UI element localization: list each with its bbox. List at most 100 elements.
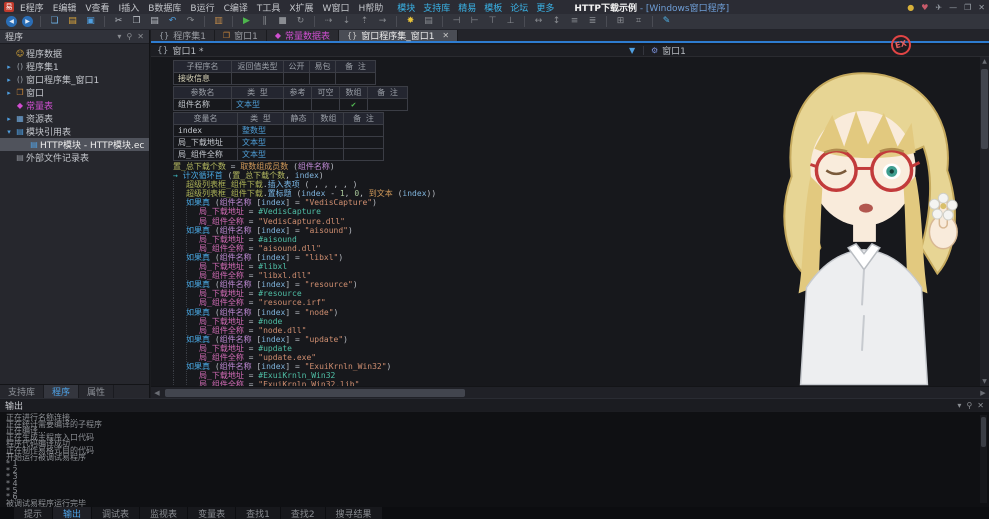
menu-item[interactable]: B数据库 (148, 1, 181, 14)
menu-item[interactable]: X扩展 (289, 1, 313, 14)
undo-icon[interactable]: ↶ (166, 15, 179, 28)
align-right-icon[interactable]: ⊢ (468, 15, 481, 28)
tree-item[interactable]: ▤外部文件记录表 (0, 151, 149, 164)
subroutine-table[interactable]: 子程序名返回值类型公开易包备 注接收信息 (173, 60, 376, 85)
output-tab-变量表[interactable]: 变量表 (188, 507, 235, 519)
scrollbar-thumb[interactable] (165, 389, 465, 397)
output-scrollbar[interactable] (980, 415, 987, 503)
chevron-down-icon[interactable]: ▾ (957, 401, 961, 410)
save-icon[interactable]: ▣ (84, 15, 97, 28)
expander-closed-icon[interactable]: ▸ (4, 76, 14, 84)
step-over-icon[interactable]: ⇢ (322, 15, 335, 28)
restart-icon[interactable]: ↻ (294, 15, 307, 28)
project-folder-icon[interactable]: ▥ (212, 15, 225, 28)
code-editor[interactable]: {}程序集1❐窗口1◆常量数据表{}窗口程序集_窗口1✕ {} 窗口1 * ▼ … (151, 30, 989, 398)
output-tab-调试表[interactable]: 调试表 (92, 507, 139, 519)
menu-item[interactable]: E编辑 (53, 1, 77, 14)
panel-tab-程序[interactable]: 程序 (44, 385, 79, 398)
chevron-down-icon[interactable]: ▼ (629, 46, 635, 55)
panel-tab-属性[interactable]: 属性 (79, 385, 114, 398)
plugin-menu-item[interactable]: 模板 (484, 1, 502, 14)
copy-icon[interactable]: ❐ (130, 15, 143, 28)
scroll-down-icon[interactable]: ▼ (980, 377, 989, 386)
menu-item[interactable]: E程序 (20, 1, 44, 14)
editor-horizontal-scrollbar[interactable]: ◀ ▶ (151, 386, 989, 398)
plugin-menu-item[interactable]: 支持库 (423, 1, 450, 14)
local-variable-table[interactable]: 变量名类 型静态数组备 注index整数型局_下载地址文本型局_组件全称文本型 (173, 112, 384, 161)
tree-item[interactable]: ☺程序数据 (0, 47, 149, 60)
align-left-icon[interactable]: ⊣ (450, 15, 463, 28)
code-area[interactable]: 子程序名返回值类型公开易包备 注接收信息参数名类 型参考可空数组备 注组件名称文… (151, 57, 979, 386)
output-tab-查找1[interactable]: 查找1 (236, 507, 280, 519)
expander-closed-icon[interactable]: ▸ (4, 89, 14, 97)
breakpoint-icon[interactable]: ✸ (404, 15, 417, 28)
output-tab-查找2[interactable]: 查找2 (281, 507, 325, 519)
tree-item[interactable]: ▸▦资源表 (0, 112, 149, 125)
run-to-cursor-icon[interactable]: → (376, 15, 389, 28)
menu-item[interactable]: B运行 (190, 1, 214, 14)
same-height-icon[interactable]: ↕ (550, 15, 563, 28)
minimize-icon[interactable]: — (949, 3, 957, 12)
expander-closed-icon[interactable]: ▸ (4, 63, 14, 71)
output-tab-搜寻结果[interactable]: 搜寻结果 (326, 507, 382, 519)
open-icon[interactable]: ▤ (66, 15, 79, 28)
skin-icon[interactable]: ● (907, 3, 914, 12)
feedback-icon[interactable]: ✈ (935, 3, 942, 12)
parameter-table[interactable]: 参数名类 型参考可空数组备 注组件名称文本型✔ (173, 86, 408, 111)
pause-icon[interactable]: ∥ (258, 15, 271, 28)
editor-tab[interactable]: ◆常量数据表 (267, 30, 339, 41)
panel-tab-支持库[interactable]: 支持库 (0, 385, 44, 398)
maximize-icon[interactable]: ❐ (964, 3, 971, 12)
tree-item[interactable]: ▾▤模块引用表 (0, 125, 149, 138)
format-brush-icon[interactable]: ✎ (660, 15, 673, 28)
run-icon[interactable]: ▶ (240, 15, 253, 28)
tree-item[interactable]: ▸❐窗口 (0, 86, 149, 99)
tree-item[interactable]: ▤HTTP模块 - HTTP模块.ec (0, 138, 149, 151)
back-icon[interactable]: ◀ (6, 16, 17, 27)
step-out-icon[interactable]: ⇡ (358, 15, 371, 28)
new-icon[interactable]: ❏ (48, 15, 61, 28)
expander-open-icon[interactable]: ▾ (4, 128, 14, 136)
expander-closed-icon[interactable]: ▸ (4, 115, 14, 123)
paste-icon[interactable]: ▤ (148, 15, 161, 28)
plugin-menu-item[interactable]: 精易 (458, 1, 476, 14)
menu-item[interactable]: W窗口 (323, 1, 350, 14)
tree-item[interactable]: ▸()窗口程序集_窗口1 (0, 73, 149, 86)
chevron-down-icon[interactable]: ▾ (117, 32, 121, 41)
menu-item[interactable]: I插入 (119, 1, 140, 14)
tree-item[interactable]: ▸()程序集1 (0, 60, 149, 73)
tab-order-icon[interactable]: ⌗ (632, 15, 645, 28)
close-icon[interactable]: ✕ (137, 32, 144, 41)
plugin-menu-item[interactable]: 更多 (536, 1, 554, 14)
pin-icon[interactable]: ⚲ (126, 32, 132, 41)
menu-item[interactable]: H帮助 (358, 1, 383, 14)
editor-tab[interactable]: {}窗口程序集_窗口1✕ (339, 30, 458, 41)
align-bottom-icon[interactable]: ⊥ (504, 15, 517, 28)
center-v-icon[interactable]: ≣ (586, 15, 599, 28)
scroll-up-icon[interactable]: ▲ (980, 57, 989, 66)
editor-vertical-scrollbar[interactable]: ▲ ▼ (980, 57, 989, 386)
same-size-icon[interactable]: ⊞ (614, 15, 627, 28)
stop-icon[interactable]: ■ (276, 15, 289, 28)
close-icon[interactable]: ✕ (442, 31, 449, 40)
same-width-icon[interactable]: ↔ (532, 15, 545, 28)
favorite-icon[interactable]: ♥ (921, 3, 928, 12)
menu-item[interactable]: V查看 (85, 1, 109, 14)
bookmark-icon[interactable]: ▤ (422, 15, 435, 28)
close-icon[interactable]: ✕ (978, 3, 985, 12)
redo-icon[interactable]: ↷ (184, 15, 197, 28)
menu-item[interactable]: T工具 (257, 1, 281, 14)
forward-icon[interactable]: ▶ (22, 16, 33, 27)
scrollbar-thumb[interactable] (981, 69, 988, 149)
plugin-menu-item[interactable]: 论坛 (510, 1, 528, 14)
center-h-icon[interactable]: ≡ (568, 15, 581, 28)
menu-item[interactable]: C编译 (224, 1, 248, 14)
output-tab-监视表[interactable]: 监视表 (140, 507, 187, 519)
step-into-icon[interactable]: ⇣ (340, 15, 353, 28)
editor-tab[interactable]: {}程序集1 (151, 30, 215, 41)
align-top-icon[interactable]: ⊤ (486, 15, 499, 28)
program-tree[interactable]: ☺程序数据▸()程序集1▸()窗口程序集_窗口1▸❐窗口◆常量表▸▦资源表▾▤模… (0, 44, 149, 164)
close-icon[interactable]: ✕ (977, 401, 984, 410)
output-tab-提示[interactable]: 提示 (14, 507, 52, 519)
cut-icon[interactable]: ✂ (112, 15, 125, 28)
